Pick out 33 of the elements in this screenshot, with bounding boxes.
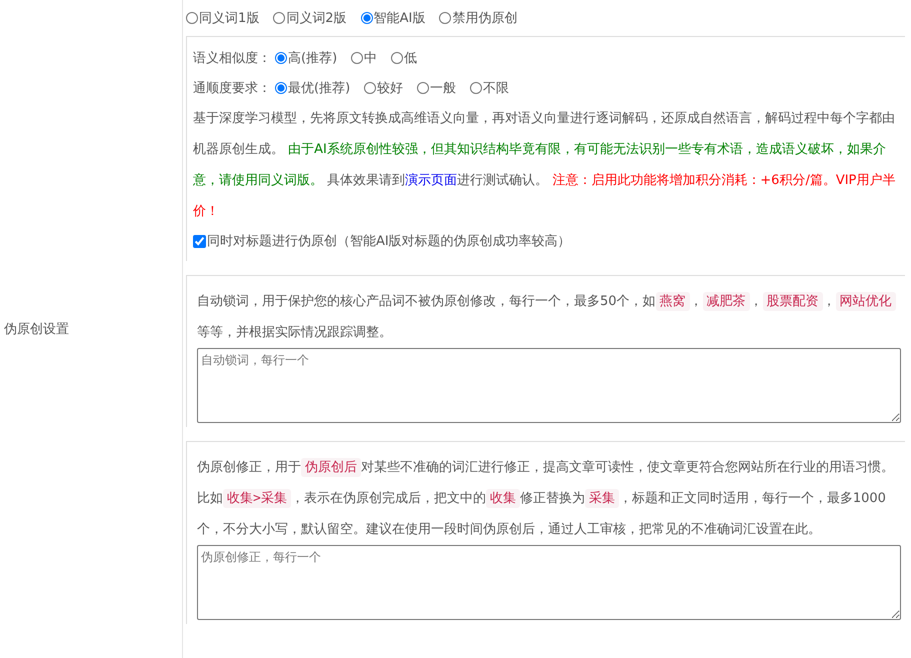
mode-label: 智能AI版 bbox=[374, 10, 426, 27]
option-radio[interactable] bbox=[391, 52, 404, 64]
option-text: 中 bbox=[364, 50, 378, 67]
option-radio[interactable] bbox=[417, 82, 430, 94]
option-text: 一般 bbox=[430, 80, 456, 97]
mode-label: 同义词2版 bbox=[286, 10, 347, 27]
title-checkbox-label: 同时对标题进行伪原创（智能AI版对标题的伪原创成功率较高） bbox=[207, 233, 571, 250]
title-checkbox[interactable] bbox=[193, 234, 206, 248]
option-text: 高(推荐) bbox=[288, 50, 338, 67]
mode-label: 同义词1版 bbox=[199, 10, 260, 27]
mode-radio[interactable] bbox=[273, 12, 286, 24]
option-radio[interactable] bbox=[364, 82, 376, 94]
mode-radio[interactable] bbox=[439, 12, 452, 24]
option-text: 不限 bbox=[483, 80, 510, 97]
section-label: 伪原创设置 bbox=[4, 321, 69, 338]
lock-words-description: 自动锁词，用于保护您的核心产品词不被伪原创修改，每行一个，最多50个，如 燕窝 ， 减肥茶 ， 股票配资 ， 网站优化 等等，并根据实际情况跟踪调整。 bbox=[197, 286, 901, 348]
option-text: 低 bbox=[404, 50, 418, 67]
option-radio[interactable] bbox=[351, 52, 364, 64]
ai-description: 基于深度学习模型，先将原文转换成高维语义向量，再对语义向量进行逐词解码，还原成自然语言，解码过程中每个字都由机器原创生成。 由于AI系统原创性较强，但其知识结构毕竟有限，有可能无法识别一些专有术语，造成语义破坏，如果介意，请使用同义词版。 具体效果请到演示页面进行测试确认。 注意：启用此功能将增加积分消耗：+6积分/篇。VIP用户半价！ bbox=[193, 110, 896, 221]
correction-field[interactable]: 伪原创修正，每行一个 bbox=[197, 545, 901, 620]
correction-description: 伪原创修正，用于 伪原创后 对某些不准确的词汇进行修正，提高文章可读性，使文章更符合您网站所在行业的用语习惯。比如 收集>采集 ，表示在伪原创完成后，把文中的 收集 修正替换为 采集 ，标题和正文同时适用，每行一个，最多1000个，不分大小写，默认留空。建议在使用一段时间伪原创后，通过人工审核，把常见的不准确词汇设置在此。 bbox=[197, 457, 895, 539]
option-radio[interactable] bbox=[275, 82, 287, 94]
mode-radio[interactable] bbox=[186, 12, 198, 24]
mode-radio[interactable] bbox=[360, 12, 373, 24]
mode-label: 禁用伪原创 bbox=[452, 10, 518, 27]
option-label: 通顺度要求： bbox=[193, 80, 271, 97]
option-text: 较好 bbox=[377, 80, 404, 97]
lock-words-field[interactable]: 自动锁词，每行一个 bbox=[197, 348, 901, 423]
option-radio[interactable] bbox=[275, 52, 287, 64]
demo-page-link[interactable]: 演示页面 bbox=[405, 173, 458, 188]
option-label: 语义相似度： bbox=[193, 50, 271, 67]
option-text: 最优(推荐) bbox=[288, 80, 350, 97]
option-radio[interactable] bbox=[470, 82, 482, 94]
